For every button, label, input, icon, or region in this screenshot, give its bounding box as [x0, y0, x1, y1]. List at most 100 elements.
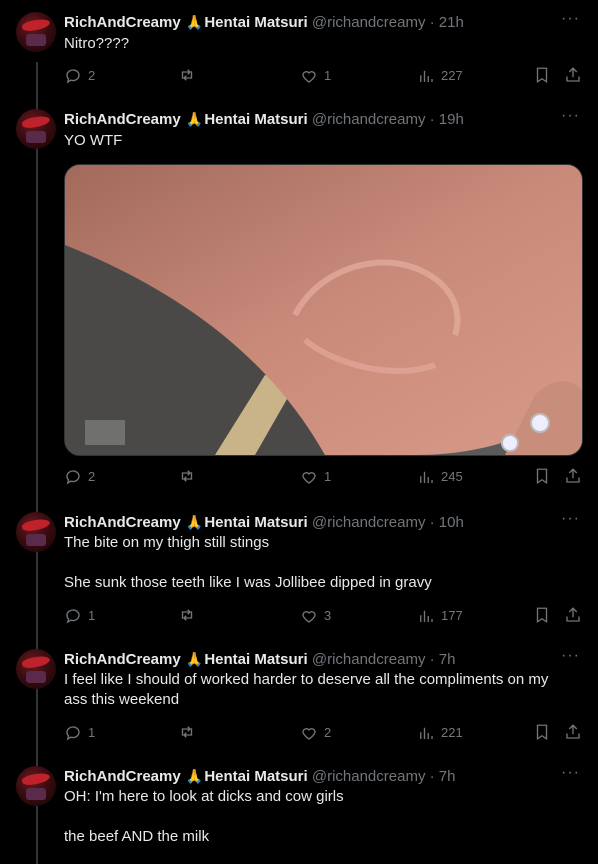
author-name[interactable]: RichAndCreamy 🙏Hentai Matsuri — [64, 768, 308, 785]
more-icon[interactable]: ··· — [561, 648, 580, 664]
praying-hands-emoji: 🙏 — [185, 651, 204, 667]
bookmark-button[interactable] — [533, 467, 551, 485]
tweet[interactable]: RichAndCreamy 🙏Hentai Matsuri @richandcr… — [0, 511, 598, 632]
tweet[interactable]: RichAndCreamy 🙏Hentai Matsuri @richandcr… — [0, 765, 598, 864]
action-bar: 2 1 245 — [64, 467, 582, 487]
like-icon — [302, 71, 316, 83]
like-button[interactable]: 1 — [300, 467, 331, 487]
bookmark-icon — [536, 724, 548, 741]
reply-icon — [66, 726, 80, 741]
retweet-icon — [181, 609, 193, 621]
author-handle[interactable]: @richandcreamy — [312, 651, 426, 668]
reply-count: 1 — [88, 725, 96, 740]
reply-button[interactable]: 1 — [64, 723, 95, 743]
share-icon — [566, 468, 580, 483]
bookmark-button[interactable] — [533, 723, 551, 741]
views-button[interactable]: 177 — [417, 606, 463, 626]
author-handle[interactable]: @richandcreamy — [312, 514, 426, 531]
avatar[interactable] — [16, 12, 56, 52]
like-count: 1 — [324, 469, 332, 484]
tweet[interactable]: RichAndCreamy 🙏Hentai Matsuri @richandcr… — [0, 11, 598, 92]
timestamp[interactable]: 21h — [439, 14, 464, 31]
reply-icon — [66, 69, 80, 84]
retweet-icon — [181, 726, 193, 738]
tweet-text: The bite on my thigh still stings She su… — [64, 534, 432, 591]
author-name[interactable]: RichAndCreamy 🙏Hentai Matsuri — [64, 111, 308, 128]
retweet-button[interactable] — [178, 467, 196, 485]
tweet-header: RichAndCreamy 🙏Hentai Matsuri @richandcr… — [64, 768, 456, 785]
tweet-header: RichAndCreamy 🙏Hentai Matsuri @richandcr… — [64, 514, 464, 531]
views-icon — [420, 70, 433, 82]
more-icon[interactable]: ··· — [561, 108, 580, 124]
action-bar: 2 1 227 — [64, 66, 582, 86]
timestamp[interactable]: 7h — [439, 768, 456, 785]
retweet-button[interactable] — [178, 606, 196, 624]
tweet[interactable]: RichAndCreamy 🙏Hentai Matsuri @richandcr… — [0, 648, 598, 749]
action-bar: 1 2 221 — [64, 723, 582, 743]
views-icon — [420, 471, 433, 483]
reply-count: 2 — [88, 469, 96, 484]
avatar[interactable] — [16, 512, 56, 552]
reply-button[interactable]: 1 — [64, 606, 95, 626]
avatar[interactable] — [16, 109, 56, 149]
tweet-text: Nitro???? — [64, 35, 130, 52]
tweet[interactable]: RichAndCreamy 🙏Hentai Matsuri @richandcr… — [0, 108, 598, 489]
views-button[interactable]: 245 — [417, 467, 463, 487]
tweet-photo[interactable] — [64, 164, 583, 456]
bookmark-button[interactable] — [533, 66, 551, 84]
praying-hands-emoji: 🙏 — [185, 111, 204, 127]
reply-count: 2 — [88, 68, 96, 83]
praying-hands-emoji: 🙏 — [185, 14, 204, 30]
like-icon — [302, 472, 316, 484]
reply-button[interactable]: 2 — [64, 66, 95, 86]
share-button[interactable] — [564, 723, 582, 741]
timestamp[interactable]: 10h — [439, 514, 464, 531]
more-icon[interactable]: ··· — [561, 11, 580, 27]
more-icon[interactable]: ··· — [561, 511, 580, 527]
avatar[interactable] — [16, 649, 56, 689]
author-handle[interactable]: @richandcreamy — [312, 14, 426, 31]
more-icon[interactable]: ··· — [561, 765, 580, 781]
view-count: 245 — [441, 469, 463, 484]
share-icon — [566, 724, 580, 739]
share-button[interactable] — [564, 467, 582, 485]
author-name[interactable]: RichAndCreamy 🙏Hentai Matsuri — [64, 14, 308, 31]
views-button[interactable]: 221 — [417, 723, 463, 743]
action-bar: 1 3 177 — [64, 606, 582, 626]
reply-count: 1 — [88, 608, 96, 623]
author-name[interactable]: RichAndCreamy 🙏Hentai Matsuri — [64, 651, 308, 668]
author-handle[interactable]: @richandcreamy — [312, 111, 426, 128]
tweet-header: RichAndCreamy 🙏Hentai Matsuri @richandcr… — [64, 14, 464, 31]
retweet-button[interactable] — [178, 723, 196, 741]
share-button[interactable] — [564, 66, 582, 84]
like-button[interactable]: 1 — [300, 66, 331, 86]
reply-icon — [66, 609, 80, 624]
timestamp[interactable]: 19h — [439, 111, 464, 128]
views-button[interactable]: 227 — [417, 66, 463, 86]
like-icon — [302, 728, 316, 740]
bookmark-icon — [536, 468, 548, 485]
share-button[interactable] — [564, 606, 582, 624]
tweet-text: OH: I'm here to look at dicks and cow gi… — [64, 788, 344, 845]
like-count: 1 — [324, 68, 332, 83]
views-icon — [420, 610, 433, 622]
author-handle[interactable]: @richandcreamy — [312, 768, 426, 785]
share-icon — [566, 67, 580, 82]
tweet-text: YO WTF — [64, 132, 123, 149]
like-icon — [302, 611, 316, 623]
reply-button[interactable]: 2 — [64, 467, 95, 487]
avatar[interactable] — [16, 766, 56, 806]
retweet-button[interactable] — [178, 66, 196, 84]
like-count: 2 — [324, 725, 332, 740]
tweet-header: RichAndCreamy 🙏Hentai Matsuri @richandcr… — [64, 111, 464, 128]
view-count: 221 — [441, 725, 463, 740]
timestamp[interactable]: 7h — [439, 651, 456, 668]
like-button[interactable]: 2 — [300, 723, 331, 743]
retweet-icon — [181, 470, 193, 482]
retweet-icon — [181, 69, 193, 81]
author-name[interactable]: RichAndCreamy 🙏Hentai Matsuri — [64, 514, 308, 531]
praying-hands-emoji: 🙏 — [185, 768, 204, 784]
bookmark-icon — [536, 607, 548, 624]
bookmark-button[interactable] — [533, 606, 551, 624]
like-button[interactable]: 3 — [300, 606, 331, 626]
